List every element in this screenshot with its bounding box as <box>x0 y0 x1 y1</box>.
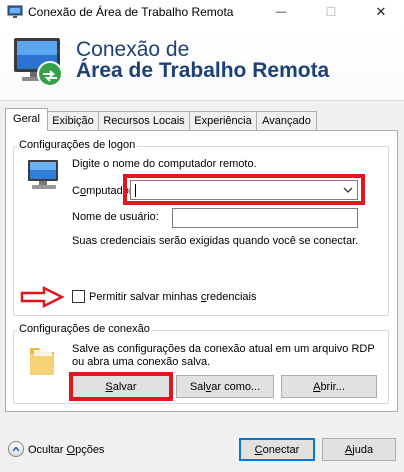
tab-label: Experiência <box>194 115 252 127</box>
remote-desktop-icon <box>14 38 63 87</box>
chevron-up-icon <box>12 446 20 452</box>
computer-label: Computador: <box>72 185 136 197</box>
username-field[interactable] <box>172 208 358 228</box>
logon-instruction: Digite o nome do computador remoto. <box>72 158 257 170</box>
computer-icon <box>28 160 58 189</box>
username-label: Nome de usuário: <box>72 211 159 223</box>
connection-group-title: Configurações de conexão <box>17 323 152 335</box>
tab-label: Exibição <box>52 115 94 127</box>
help-button[interactable]: Ajuda <box>322 438 396 461</box>
tab-label: Geral <box>13 113 40 125</box>
allow-save-credentials-label[interactable]: Permitir salvar minhas credenciais <box>89 291 257 303</box>
logon-group-title: Configurações de logon <box>17 139 138 151</box>
text-caret <box>135 184 136 197</box>
minimize-button[interactable]: — <box>258 0 304 24</box>
folder-icon <box>30 348 54 375</box>
banner-title-line2: Área de Trabalho Remota <box>76 59 330 82</box>
connection-description-line2: ou abra uma conexão salva. <box>72 356 211 368</box>
tab-recursos-locais[interactable]: Recursos Locais <box>98 111 190 130</box>
minimize-icon: — <box>275 6 287 18</box>
tab-exibicao[interactable]: Exibição <box>47 111 99 130</box>
tab-avancado[interactable]: Avançado <box>256 111 317 130</box>
chevron-down-icon[interactable] <box>342 184 354 196</box>
allow-save-credentials-checkbox[interactable] <box>72 290 85 303</box>
remote-desktop-small-icon <box>7 5 23 18</box>
maximize-icon: ☐ <box>325 5 337 19</box>
hide-options-label[interactable]: Ocultar Opções <box>28 444 104 456</box>
save-button[interactable]: Salvar <box>72 375 170 398</box>
header-banner: Conexão de Área de Trabalho Remota <box>0 24 404 100</box>
connect-button[interactable]: Conectar <box>239 438 315 461</box>
computer-combobox[interactable] <box>130 180 358 200</box>
maximize-button[interactable]: ☐ <box>308 0 354 24</box>
window-title: Conexão de Área de Trabalho Remota <box>28 5 234 19</box>
banner-divider <box>0 100 404 101</box>
connection-description-line1: Salve as configurações da conexão atual … <box>72 343 375 355</box>
tab-label: Avançado <box>262 115 311 127</box>
close-icon: ✕ <box>375 4 387 19</box>
tab-geral[interactable]: Geral <box>5 108 48 131</box>
tab-label: Recursos Locais <box>103 115 185 127</box>
save-as-button[interactable]: Sal v ar como... <box>176 375 274 398</box>
hide-options-toggle[interactable] <box>8 441 24 457</box>
title-bar: Conexão de Área de Trabalho Remota — ☐ ✕ <box>0 0 404 24</box>
arrow-right-annotation-icon <box>20 286 64 308</box>
tab-experiencia[interactable]: Experiência <box>189 111 257 130</box>
open-button[interactable]: Abrir... <box>281 375 377 398</box>
credentials-note: Suas credenciais serão exigidas quando v… <box>72 235 359 247</box>
close-button[interactable]: ✕ <box>358 0 404 24</box>
